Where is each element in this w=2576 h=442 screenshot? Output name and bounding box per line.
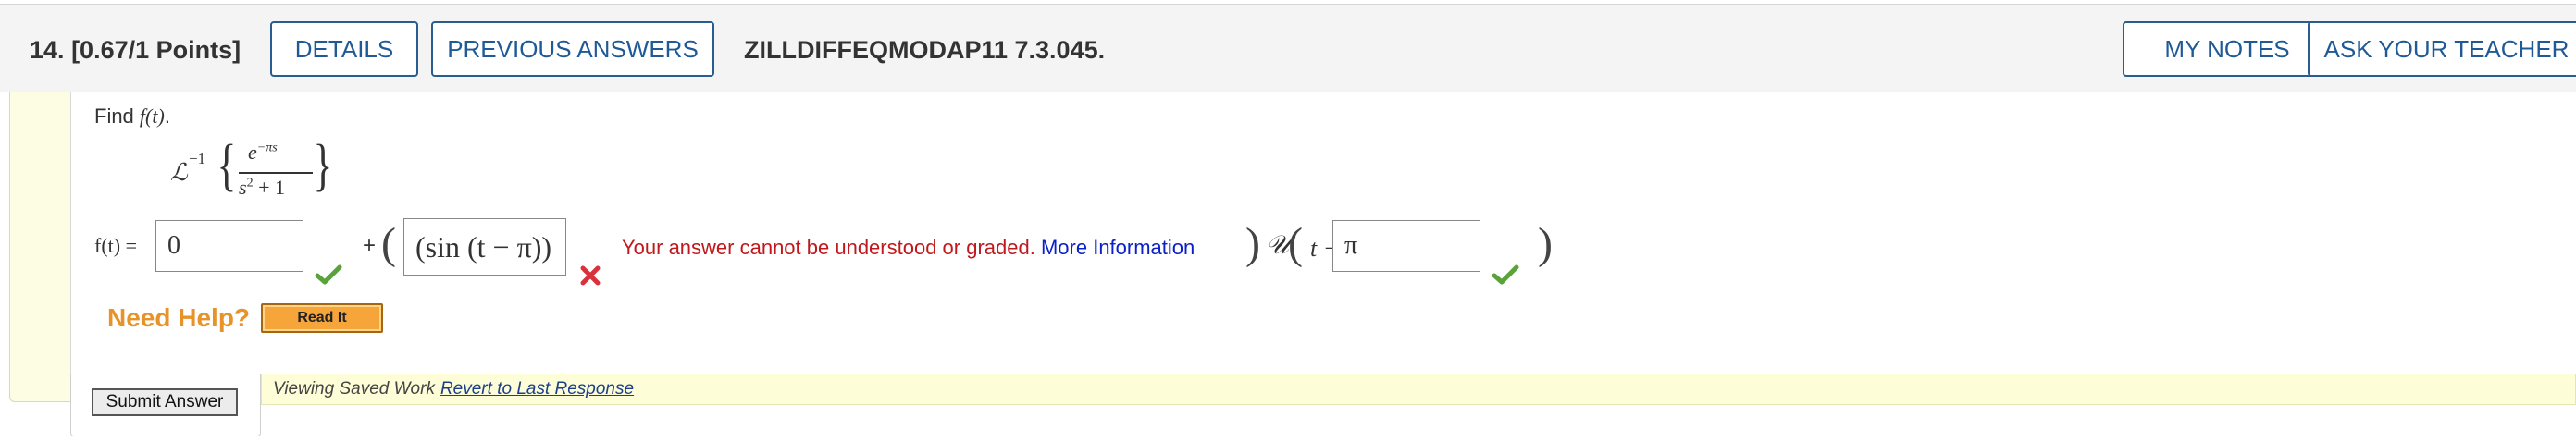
answer-field-2[interactable]: (sin (t − π)) bbox=[403, 218, 566, 276]
question-code: ZILLDIFFEQMODAP11 7.3.045. bbox=[744, 36, 1106, 64]
ask-your-teacher-button[interactable]: ASK YOUR TEACHER bbox=[2308, 21, 2576, 77]
read-it-button[interactable]: Read It bbox=[261, 303, 383, 333]
revert-link[interactable]: Revert to Last Response bbox=[440, 379, 634, 399]
check-icon bbox=[315, 264, 342, 285]
fraction-denominator: s2 + 1 bbox=[239, 176, 285, 199]
laplace-expression: ℒ −1 { e−πs s2 + 1 } bbox=[170, 134, 332, 207]
step-right-paren: ) bbox=[1538, 219, 1553, 268]
my-notes-button[interactable]: MY NOTES bbox=[2123, 21, 2332, 77]
points-label: [0.67/1 Points] bbox=[71, 36, 242, 64]
question-left-bar bbox=[9, 92, 71, 402]
saved-work-text: Viewing Saved Work bbox=[273, 379, 435, 399]
plus-sign: + bbox=[363, 233, 377, 258]
right-brace: } bbox=[313, 134, 333, 197]
submit-area: Submit Answer bbox=[70, 374, 261, 436]
cross-icon bbox=[580, 265, 601, 286]
check-icon bbox=[1492, 264, 1519, 285]
answer-field-3[interactable]: π bbox=[1332, 220, 1480, 272]
submit-answer-button[interactable]: Submit Answer bbox=[92, 388, 238, 416]
question-points: 14. [0.67/1 Points] bbox=[30, 36, 241, 65]
question-prompt: Find f(t). bbox=[94, 104, 170, 128]
details-button[interactable]: DETAILS bbox=[270, 21, 418, 77]
laplace-superscript: −1 bbox=[189, 150, 206, 167]
step-function-symbol: 𝒰 bbox=[1266, 231, 1290, 260]
question-number: 14. bbox=[30, 36, 65, 64]
error-message: Your answer cannot be understood or grad… bbox=[622, 236, 1195, 259]
ft-label: f(t) = bbox=[94, 234, 137, 257]
more-information-link[interactable]: More Information bbox=[1041, 236, 1195, 259]
left-brace: { bbox=[217, 134, 237, 197]
step-left-paren: ( bbox=[1288, 219, 1303, 268]
need-help-label: Need Help? bbox=[107, 303, 251, 332]
fraction-numerator: e−πs bbox=[248, 141, 278, 164]
previous-answers-button[interactable]: PREVIOUS ANSWERS bbox=[431, 21, 714, 77]
question-header: 14. [0.67/1 Points] DETAILS PREVIOUS ANS… bbox=[0, 4, 2576, 92]
prompt-function: f(t) bbox=[139, 104, 165, 128]
fraction-bar bbox=[239, 172, 313, 174]
saved-work-banner: Viewing Saved Work Revert to Last Respon… bbox=[261, 374, 2576, 405]
laplace-symbol: ℒ bbox=[170, 159, 188, 186]
answer-field-1[interactable]: 0 bbox=[155, 220, 303, 272]
left-paren-large: ( bbox=[381, 219, 396, 268]
right-paren-large: ) bbox=[1245, 219, 1260, 268]
